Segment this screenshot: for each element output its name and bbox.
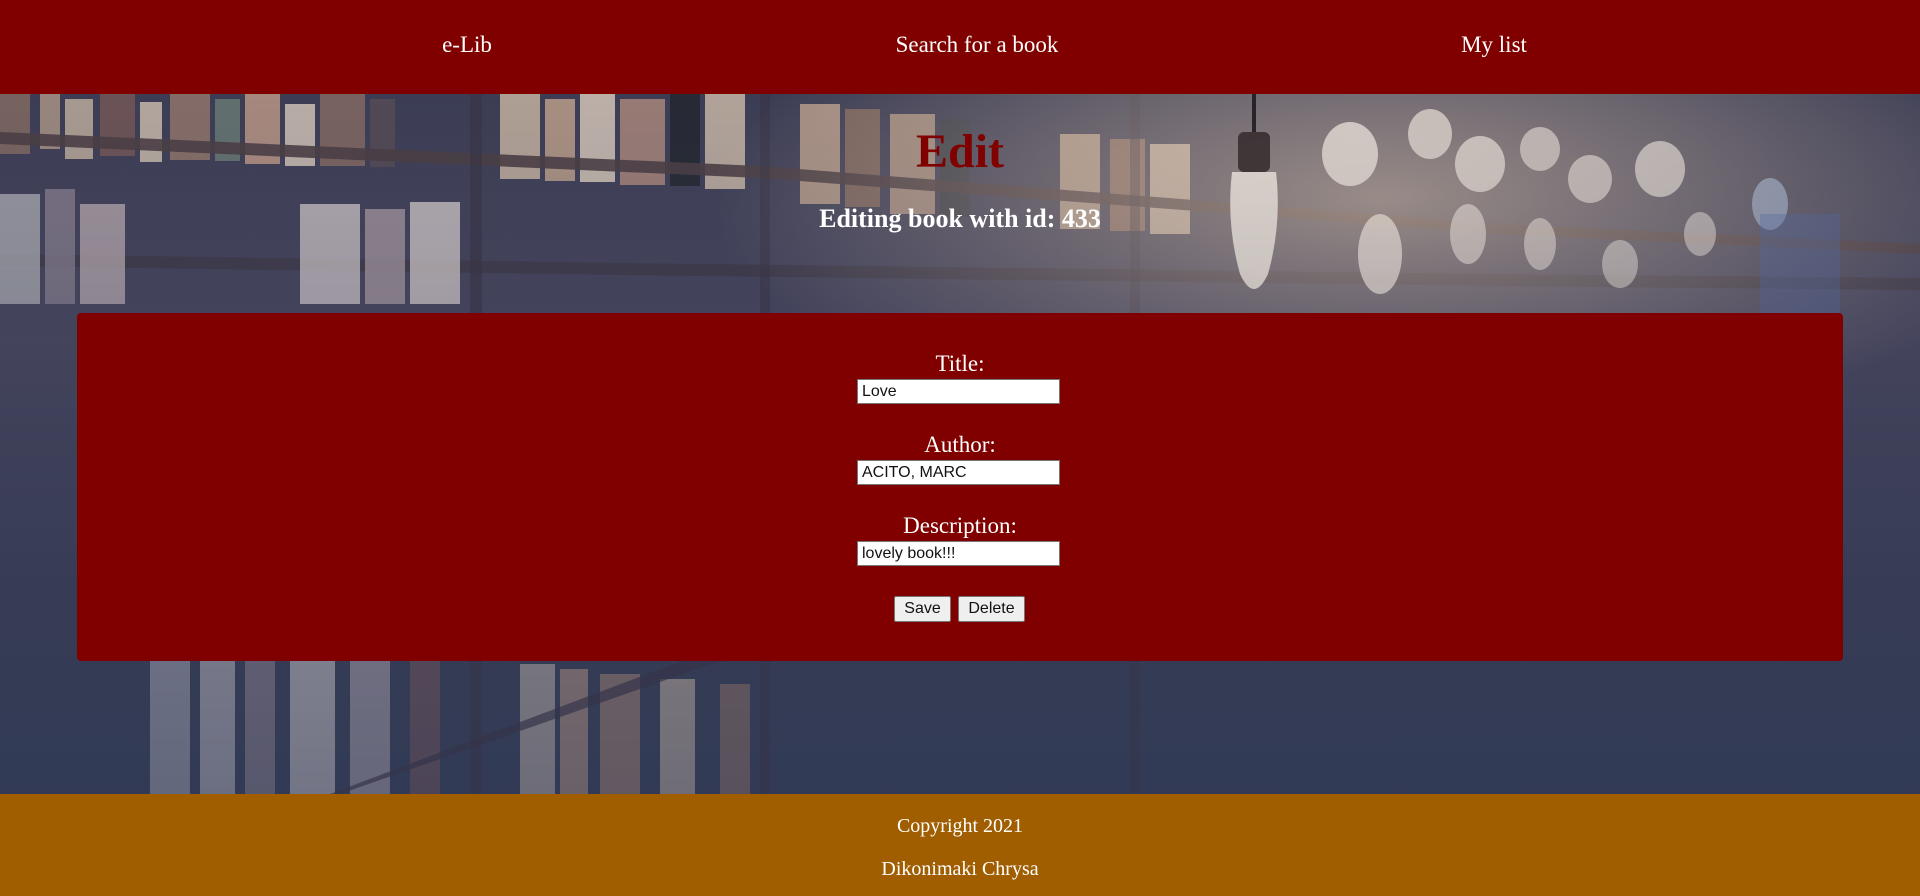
main-content: Edit Editing book with id: 433 Title: Au… bbox=[0, 94, 1920, 794]
page-subtitle: Editing book with id: 433 bbox=[819, 204, 1101, 233]
author-input[interactable] bbox=[857, 460, 1060, 485]
footer-copyright: Copyright 2021 bbox=[896, 815, 1024, 837]
footer-author: Dikonimaki Chrysa bbox=[881, 858, 1039, 880]
page: e-Lib Search for a book My list Edit Edi… bbox=[0, 0, 1920, 896]
edit-book-form: Title: Author: Description: Save Delete bbox=[77, 313, 1843, 661]
author-label: Author: bbox=[924, 432, 996, 457]
nav-search-link[interactable]: Search for a book bbox=[896, 31, 1059, 59]
title-input[interactable] bbox=[857, 379, 1060, 404]
page-title: Edit bbox=[915, 125, 1005, 178]
title-label: Title: bbox=[935, 351, 985, 376]
save-button[interactable]: Save bbox=[894, 596, 951, 622]
nav-brand-link[interactable]: e-Lib bbox=[442, 31, 492, 59]
delete-button[interactable]: Delete bbox=[958, 596, 1025, 622]
description-label: Description: bbox=[903, 513, 1017, 538]
description-input[interactable] bbox=[857, 541, 1060, 566]
footer: Copyright 2021 Dikonimaki Chrysa bbox=[0, 794, 1920, 896]
nav-my-list-link[interactable]: My list bbox=[1461, 31, 1527, 59]
navbar: e-Lib Search for a book My list bbox=[0, 0, 1920, 94]
